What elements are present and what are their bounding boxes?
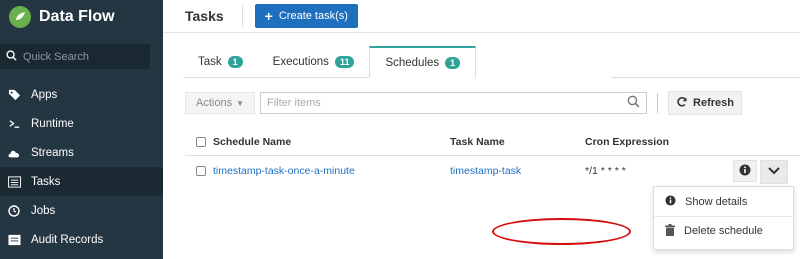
header-divider [241, 5, 243, 27]
sidebar: Data Flow Apps Runtime Streams [0, 0, 163, 259]
tab-schedules[interactable]: Schedules 1 [369, 46, 477, 78]
column-header-task: Task Name [450, 135, 505, 148]
info-button[interactable] [733, 160, 757, 182]
page-header: Tasks + Create task(s) [163, 0, 800, 33]
quick-search-input[interactable] [23, 50, 143, 63]
tab-executions[interactable]: Executions 11 [257, 46, 370, 78]
page-title: Tasks [185, 8, 224, 24]
select-all-checkbox[interactable] [196, 136, 206, 147]
create-task-button[interactable]: + Create task(s) [254, 4, 358, 28]
schedule-name-link[interactable]: timestamp-task-once-a-minute [213, 165, 355, 177]
actions-label: Actions [196, 97, 233, 109]
create-task-label: Create task(s) [278, 10, 348, 22]
sidebar-item-label: Tasks [31, 175, 61, 188]
sidebar-item-label: Streams [31, 146, 74, 159]
refresh-icon [676, 96, 688, 111]
toolbar-divider [657, 93, 658, 113]
search-icon[interactable] [627, 95, 640, 111]
sidebar-item-tasks[interactable]: Tasks [0, 167, 163, 196]
sidebar-item-audit-records[interactable]: Audit Records [0, 225, 163, 254]
menu-item-label: Delete schedule [684, 225, 763, 237]
menu-item-delete-schedule[interactable]: Delete schedule [654, 216, 793, 245]
clock-icon [7, 204, 21, 218]
row-actions-menu: Show details Delete schedule [653, 186, 794, 250]
count-badge: 1 [445, 56, 461, 69]
task-name-link[interactable]: timestamp-task [450, 165, 585, 177]
info-icon [739, 164, 751, 179]
tab-label: Schedules [385, 56, 440, 69]
sidebar-item-label: Runtime [31, 117, 74, 130]
tab-bar: Task 1 Executions 11 Schedules 1 [183, 46, 477, 78]
sidebar-item-jobs[interactable]: Jobs [0, 196, 163, 225]
sidebar-item-streams[interactable]: Streams [0, 138, 163, 167]
chevron-down-icon [768, 166, 780, 178]
filter-input[interactable] [267, 97, 607, 109]
sidebar-item-label: Apps [31, 88, 58, 101]
data-flow-logo-icon [9, 5, 31, 28]
sidebar-item-label: Audit Records [31, 233, 104, 246]
sidebar-item-label: Jobs [31, 204, 56, 217]
main-content: Tasks + Create task(s) Task 1 Executions… [163, 0, 800, 259]
sidebar-item-apps[interactable]: Apps [0, 80, 163, 109]
search-icon [6, 49, 17, 64]
list-toolbar: Actions ▼ Refresh [185, 91, 742, 115]
terminal-icon [7, 117, 21, 131]
tab-task[interactable]: Task 1 [183, 46, 258, 78]
menu-item-show-details[interactable]: Show details [654, 187, 793, 216]
app-title: Data Flow [39, 7, 115, 25]
tag-icon [7, 88, 21, 102]
refresh-button[interactable]: Refresh [668, 91, 742, 115]
sidebar-item-runtime[interactable]: Runtime [0, 109, 163, 138]
filter-field[interactable] [260, 92, 647, 114]
quick-search[interactable] [0, 44, 150, 69]
tab-underline [611, 77, 800, 78]
column-header-name: Schedule Name [213, 135, 292, 148]
plus-icon: + [264, 8, 273, 24]
row-actions [733, 160, 788, 184]
table-row: timestamp-task-once-a-minute timestamp-t… [185, 156, 800, 186]
row-checkbox[interactable] [196, 166, 206, 176]
trash-icon [665, 223, 675, 239]
table-header: Schedule Name Task Name Cron Expression [185, 128, 800, 156]
row-menu-toggle[interactable] [760, 160, 788, 184]
logo-row: Data Flow [0, 0, 163, 33]
sidebar-nav: Apps Runtime Streams Tasks Jobs Audit Re… [0, 80, 163, 254]
cloud-icon [7, 146, 21, 160]
tab-label: Task [198, 55, 222, 68]
info-icon [665, 194, 676, 209]
tasks-icon [7, 175, 21, 189]
tab-label: Executions [272, 55, 329, 68]
schedules-table: Schedule Name Task Name Cron Expression … [185, 128, 800, 186]
count-badge: 11 [334, 55, 355, 68]
list-icon [7, 233, 21, 247]
cron-expression: */1 * * * * [585, 165, 626, 177]
caret-down-icon: ▼ [236, 98, 244, 108]
count-badge: 1 [227, 55, 243, 68]
refresh-label: Refresh [693, 97, 734, 109]
menu-item-label: Show details [685, 195, 748, 208]
column-header-cron: Cron Expression [585, 135, 670, 148]
actions-dropdown[interactable]: Actions ▼ [185, 92, 255, 114]
